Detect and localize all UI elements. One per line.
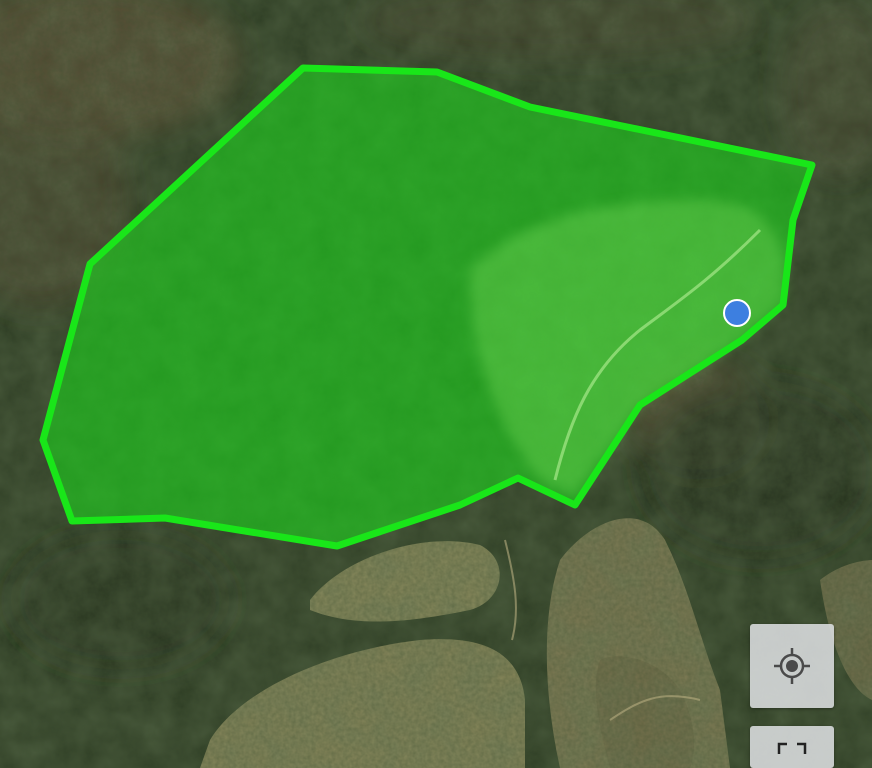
map-view[interactable] [0,0,872,768]
fullscreen-icon [777,742,807,756]
fullscreen-button[interactable] [750,726,834,768]
location-marker-dot [723,299,751,327]
my-location-button[interactable] [750,624,834,708]
satellite-map[interactable] [0,0,872,768]
location-marker[interactable] [723,299,751,327]
my-location-icon [772,646,812,686]
